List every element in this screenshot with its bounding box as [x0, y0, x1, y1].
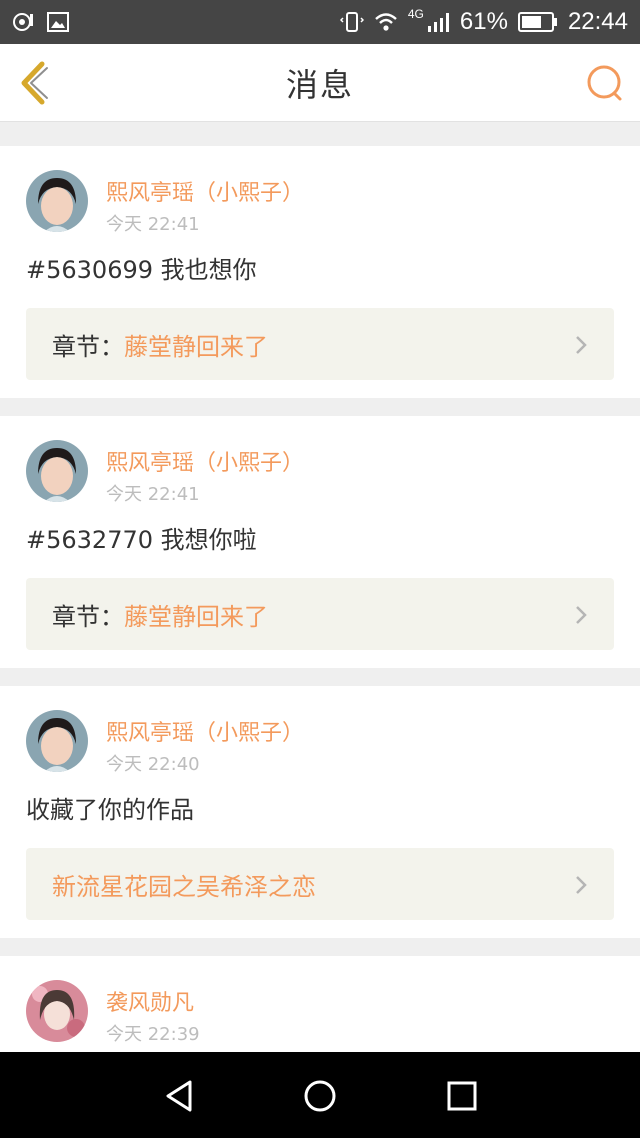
user-name[interactable]: 熙风亭瑶（小熙子） [106, 715, 304, 747]
message-time: 今天 22:40 [106, 754, 200, 775]
message-card: 熙风亭瑶（小熙子） 今天 22:41 #5630699 我也想你 章节： 藤堂静… [0, 146, 640, 398]
work-title: 新流星花园之吴希泽之恋 [52, 872, 316, 901]
home-circle-icon[interactable] [300, 1076, 340, 1116]
chapter-link[interactable]: 章节： 藤堂静回来了 [26, 578, 614, 650]
avatar[interactable] [26, 440, 88, 502]
message-card: 袭风勋凡 今天 22:39 [0, 956, 640, 1052]
avatar[interactable] [26, 170, 88, 232]
user-name[interactable]: 袭风勋凡 [106, 985, 194, 1017]
clock: 22:44 [567, 8, 628, 35]
hotspot-icon [13, 13, 33, 31]
chevron-right-icon [576, 876, 587, 894]
battery-percent: 61% [459, 8, 508, 35]
vibrate-icon [339, 12, 364, 32]
message-time: 今天 22:39 [106, 1024, 200, 1045]
chapter-label: 章节： [52, 602, 124, 631]
avatar[interactable] [26, 980, 88, 1042]
user-name[interactable]: 熙风亭瑶（小熙子） [106, 445, 304, 477]
message-card: 熙风亭瑶（小熙子） 今天 22:41 #5632770 我想你啦 章节： 藤堂静… [0, 416, 640, 668]
message-card: 熙风亭瑶（小熙子） 今天 22:40 收藏了你的作品 新流星花园之吴希泽之恋 [0, 686, 640, 938]
network-type: 4G [407, 7, 424, 21]
signal-icon [427, 13, 449, 32]
chevron-right-icon [576, 606, 587, 624]
message-list[interactable]: 熙风亭瑶（小熙子） 今天 22:41 #5630699 我也想你 章节： 藤堂静… [0, 122, 640, 1052]
message-text: #5630699 我也想你 [26, 256, 257, 284]
chapter-link[interactable]: 章节： 藤堂静回来了 [26, 308, 614, 380]
message-time: 今天 22:41 [106, 484, 200, 505]
work-link[interactable]: 新流星花园之吴希泽之恋 [26, 848, 614, 920]
back-triangle-icon[interactable] [160, 1076, 200, 1116]
chapter-title: 藤堂静回来了 [124, 602, 268, 631]
user-name[interactable]: 熙风亭瑶（小熙子） [106, 175, 304, 207]
chapter-title: 藤堂静回来了 [124, 332, 268, 361]
battery-icon [517, 12, 557, 32]
search-icon[interactable] [584, 62, 626, 104]
chevron-right-icon [576, 336, 587, 354]
page-title: 消息 [285, 65, 354, 104]
app-header: 消息 [0, 44, 640, 122]
wifi-icon [375, 13, 397, 31]
message-text: 收藏了你的作品 [26, 796, 194, 824]
gallery-icon [47, 12, 69, 32]
avatar[interactable] [26, 710, 88, 772]
status-bar: 4G 61% 22:44 [0, 0, 640, 44]
recents-square-icon[interactable] [442, 1076, 482, 1116]
system-nav-bar [0, 1052, 640, 1138]
message-text: #5632770 我想你啦 [26, 526, 257, 554]
chapter-label: 章节： [52, 332, 124, 361]
back-chevron-icon[interactable] [14, 60, 54, 106]
message-time: 今天 22:41 [106, 214, 200, 235]
